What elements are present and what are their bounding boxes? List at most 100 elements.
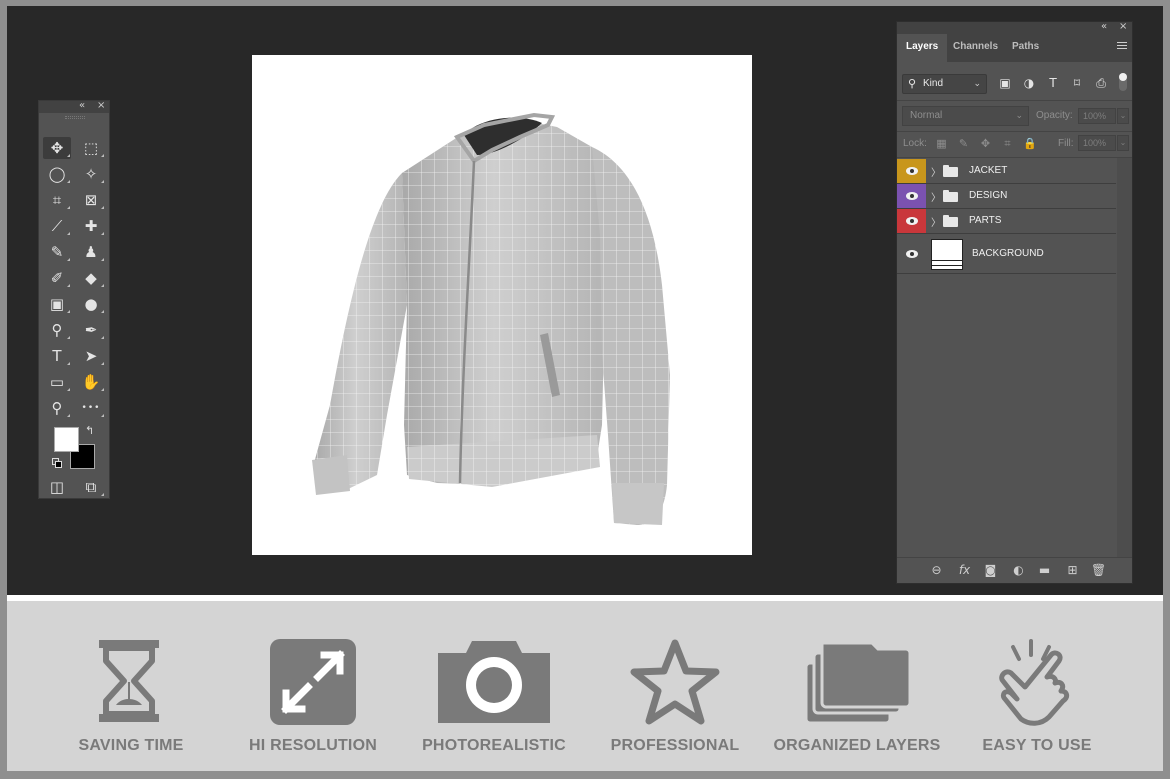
eraser-tool[interactable]: ◆ (77, 267, 105, 289)
pen-icon: ✒ (84, 321, 98, 339)
folder-icon (943, 165, 958, 177)
layer-thumbnail (931, 239, 963, 270)
adjustment-filter-icon[interactable]: ◑ (1022, 76, 1036, 90)
more-tools[interactable]: ••• (77, 397, 105, 419)
default-colors-icon[interactable] (52, 458, 63, 469)
lock-transparent-icon[interactable]: ▦ (935, 137, 948, 150)
frame-icon: ⊠ (84, 191, 98, 209)
layer-row-design[interactable]: 〉 DESIGN (897, 184, 1116, 209)
hand-tool[interactable]: ✋ (77, 371, 105, 393)
new-group-icon[interactable]: ▬ (1037, 563, 1052, 578)
blur-tool[interactable]: ● (77, 293, 105, 315)
stamp-tool[interactable]: ♟ (77, 241, 105, 263)
chevron-right-icon[interactable]: 〉 (931, 189, 941, 204)
collapse-icon[interactable]: « (79, 100, 85, 111)
lock-artboard-icon[interactable]: ⌗ (1001, 137, 1014, 150)
tab-paths[interactable]: Paths (1003, 34, 1048, 62)
camera-icon (438, 641, 550, 723)
eye-icon[interactable] (906, 167, 918, 175)
mask-icon[interactable]: ◙ (983, 563, 998, 578)
layer-name: JACKET (969, 165, 1008, 176)
tab-channels[interactable]: Channels (944, 34, 1007, 62)
fill-field[interactable]: 100% (1078, 135, 1116, 151)
link-icon[interactable]: ⊖ (929, 563, 944, 578)
move-tool[interactable]: ✥ (43, 137, 71, 159)
eye-icon[interactable] (906, 250, 918, 258)
brush-icon: ✎ (50, 243, 64, 261)
blend-mode-select[interactable]: Normal ⌄ (902, 106, 1029, 126)
opacity-field[interactable]: 100% (1078, 108, 1116, 124)
stamp-icon: ♟ (84, 243, 98, 261)
chevron-down-icon[interactable]: ⌄ (1117, 108, 1129, 124)
type-tool[interactable]: T (43, 345, 71, 367)
hourglass-icon (99, 640, 159, 722)
layer-row-jacket[interactable]: 〉 JACKET (897, 159, 1116, 184)
eye-icon[interactable] (906, 192, 918, 200)
pixel-filter-icon[interactable]: ▣ (998, 76, 1012, 90)
filter-kind-select[interactable]: ⚲ Kind ⌄ (902, 74, 987, 94)
shape-filter-icon[interactable]: ⌑ (1070, 76, 1084, 90)
filter-toggle[interactable] (1119, 73, 1127, 91)
brush-tool[interactable]: ✎ (43, 241, 71, 263)
feature-photorealistic: PHOTOREALISTIC (404, 601, 584, 771)
feature-label: ORGANIZED LAYERS (773, 737, 941, 754)
adjustment-layer-icon[interactable]: ◐ (1011, 563, 1026, 578)
frame-tool[interactable]: ⊠ (77, 189, 105, 211)
eyedropper-tool[interactable]: ⟋ (43, 215, 71, 237)
type-filter-icon[interactable]: T (1046, 76, 1060, 90)
rectangle-icon: ▭ (49, 373, 65, 391)
fx-icon[interactable]: fx (957, 563, 972, 578)
bandage-icon: ✚ (84, 217, 98, 235)
magic-wand-tool[interactable]: ✧ (77, 163, 105, 185)
rectangle-tool[interactable]: ▭ (43, 371, 71, 393)
new-layer-icon[interactable]: ⊞ (1065, 563, 1080, 578)
panel-menu-icon[interactable] (1117, 42, 1127, 51)
chevron-down-icon: ⌄ (973, 78, 981, 88)
layer-row-parts[interactable]: 〉 PARTS (897, 209, 1116, 234)
filter-kind-value: Kind (923, 78, 944, 89)
crop-tool[interactable]: ⌗ (43, 189, 71, 211)
feature-saving-time: SAVING TIME (41, 601, 221, 771)
history-brush-tool[interactable]: ✐ (43, 267, 71, 289)
foreground-color-swatch[interactable] (54, 427, 79, 452)
dodge-tool[interactable]: ⚲ (43, 319, 71, 341)
layer-name: BACKGROUND (972, 248, 1044, 259)
path-select-tool[interactable]: ➤ (77, 345, 105, 367)
blend-mode-value: Normal (910, 110, 943, 121)
arrow-cursor-icon: ➤ (84, 347, 98, 365)
lock-label: Lock: (903, 138, 927, 149)
tab-layers[interactable]: Layers (897, 34, 948, 62)
healing-brush-tool[interactable]: ✚ (77, 215, 105, 237)
marquee-tool[interactable]: ⬚ (77, 137, 105, 159)
tools-panel-header: « × (39, 100, 109, 113)
lock-position-icon[interactable]: ✥ (979, 137, 992, 150)
chevron-right-icon[interactable]: 〉 (931, 214, 941, 229)
lock-pixels-icon[interactable]: ✎ (957, 137, 970, 150)
type-icon: T (52, 347, 62, 365)
search-icon: ⚲ (908, 78, 917, 90)
close-icon[interactable]: × (1119, 21, 1127, 32)
opacity-label: Opacity: (1036, 110, 1073, 121)
lock-all-icon[interactable]: 🔒 (1023, 137, 1037, 150)
lasso-tool[interactable]: ◯ (43, 163, 71, 185)
close-icon[interactable]: × (97, 100, 105, 111)
zoom-tool[interactable]: ⚲ (43, 397, 71, 419)
eye-icon[interactable] (906, 217, 918, 225)
layers-scrollbar[interactable] (1117, 158, 1132, 557)
pen-tool[interactable]: ✒ (77, 319, 105, 341)
trash-icon[interactable]: 🗑 (1091, 563, 1106, 578)
swap-colors-icon[interactable]: ↰ (85, 424, 94, 437)
quick-mask-icon[interactable]: ◫ (43, 476, 71, 498)
document-canvas[interactable] (252, 55, 752, 555)
collapse-icon[interactable]: « (1101, 21, 1107, 32)
chevron-right-icon[interactable]: 〉 (931, 164, 941, 179)
ellipsis-icon: ••• (81, 403, 101, 413)
features-strip: SAVING TIME HI RESOLUTION PHOTOREALISTIC… (7, 601, 1163, 771)
panel-grip-handle[interactable] (65, 116, 85, 119)
screen-mode-icon[interactable]: ⧉ (77, 476, 105, 498)
chevron-down-icon[interactable]: ⌄ (1117, 135, 1129, 151)
gradient-tool[interactable]: ▣ (43, 293, 71, 315)
smart-object-filter-icon[interactable]: ⎙ (1094, 76, 1108, 90)
divider (897, 131, 1132, 132)
layer-row-background[interactable]: BACKGROUND (897, 234, 1116, 274)
